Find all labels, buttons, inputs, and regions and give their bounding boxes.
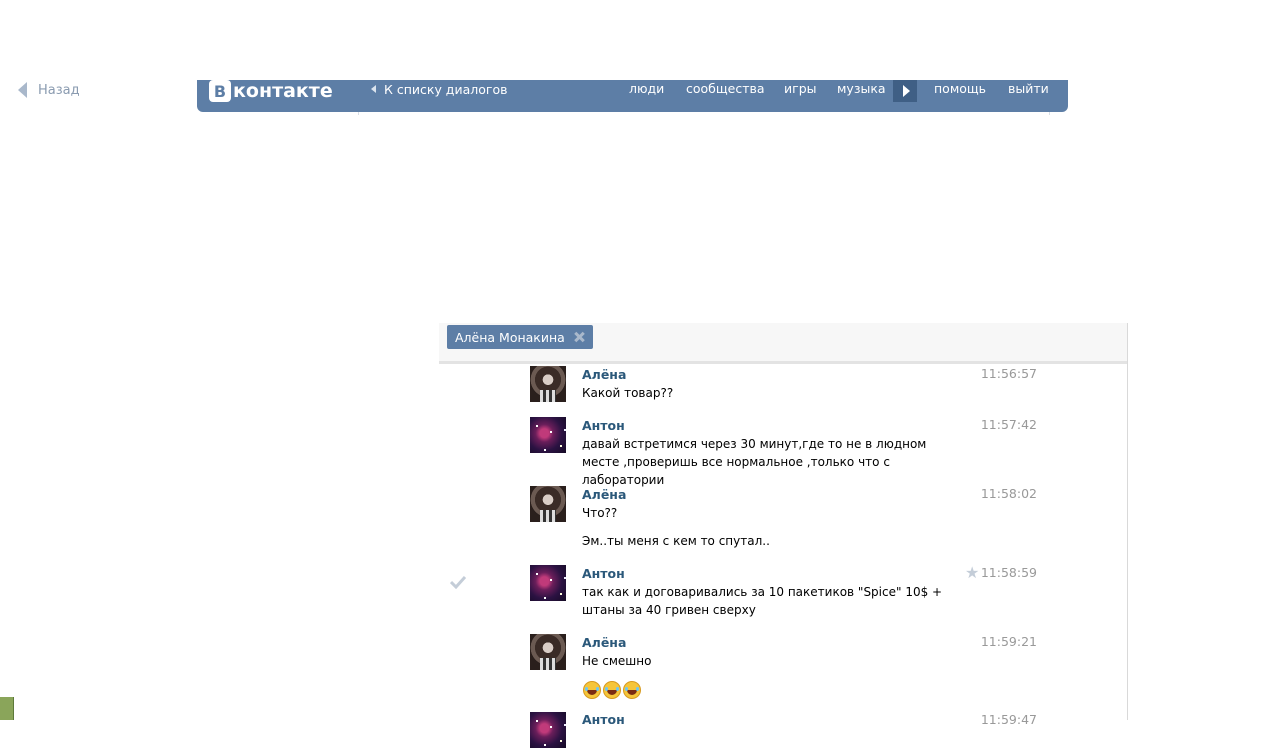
taskbar-fragment bbox=[0, 697, 14, 720]
avatar[interactable] bbox=[530, 565, 566, 601]
logo-word: контакте bbox=[233, 80, 333, 102]
star-icon[interactable]: ★ bbox=[965, 565, 981, 581]
music-play-button[interactable] bbox=[893, 80, 917, 102]
logo-letter: В bbox=[209, 80, 231, 102]
close-icon[interactable] bbox=[573, 331, 585, 343]
chat-tab-label: Алёна Монакина bbox=[455, 329, 565, 345]
nav-games[interactable]: игры bbox=[784, 81, 817, 96]
back-label: Назад bbox=[38, 82, 80, 98]
back-to-dialogs-link[interactable]: К списку диалогов bbox=[371, 81, 507, 97]
top-navigation-bar: В контакте К списку диалогов люди сообще… bbox=[197, 80, 1068, 112]
nav-logout[interactable]: выйти bbox=[1008, 81, 1049, 96]
message-text: Не смешно bbox=[582, 654, 652, 668]
message-text: так как и договаривались за 10 пакетиков… bbox=[582, 585, 943, 617]
nav-communities[interactable]: сообщества bbox=[686, 81, 765, 96]
emoji-group bbox=[583, 681, 643, 699]
left-arrow-icon bbox=[371, 85, 376, 93]
back-to-dialogs-label: К списку диалогов bbox=[384, 81, 508, 97]
check-icon[interactable] bbox=[450, 575, 466, 589]
nav-help[interactable]: помощь bbox=[934, 81, 986, 96]
chat-tab[interactable]: Алёна Монакина bbox=[447, 325, 593, 349]
laughing-emoji-icon bbox=[623, 681, 641, 699]
column-divider bbox=[1049, 112, 1050, 115]
avatar[interactable] bbox=[530, 712, 566, 748]
message-text: Какой товар?? bbox=[582, 386, 674, 400]
avatar[interactable] bbox=[530, 486, 566, 522]
message-time: 11:58:02 bbox=[980, 486, 1037, 501]
message-time: 11:56:57 bbox=[980, 366, 1037, 381]
avatar[interactable] bbox=[530, 634, 566, 670]
message-text: Эм..ты меня с кем то спутал.. bbox=[582, 534, 770, 548]
nav-people[interactable]: люди bbox=[629, 81, 664, 96]
nav-music[interactable]: музыка bbox=[837, 81, 886, 96]
message-time: 11:57:42 bbox=[980, 417, 1037, 432]
message-text: Что?? bbox=[582, 506, 618, 520]
laughing-emoji-icon bbox=[603, 681, 621, 699]
message-author[interactable]: Алёна bbox=[582, 367, 626, 382]
message-author[interactable]: Алёна bbox=[582, 635, 626, 650]
play-icon bbox=[902, 85, 910, 97]
laughing-emoji-icon bbox=[583, 681, 601, 699]
message-author[interactable]: Антон bbox=[582, 566, 625, 581]
avatar[interactable] bbox=[530, 417, 566, 453]
avatar[interactable] bbox=[530, 366, 566, 402]
message-text: давай встретимся через 30 минут,где то н… bbox=[582, 437, 927, 487]
message-time: 11:58:59 bbox=[980, 565, 1037, 580]
back-link[interactable]: Назад bbox=[18, 81, 80, 99]
back-arrow-icon bbox=[18, 82, 27, 98]
chat-header: Алёна Монакина bbox=[439, 323, 1127, 364]
message-author[interactable]: Алёна bbox=[582, 487, 626, 502]
message-time: 11:59:21 bbox=[980, 634, 1037, 649]
vk-logo[interactable]: В контакте bbox=[209, 80, 333, 102]
column-divider bbox=[358, 112, 359, 115]
message-author[interactable]: Антон bbox=[582, 418, 625, 433]
